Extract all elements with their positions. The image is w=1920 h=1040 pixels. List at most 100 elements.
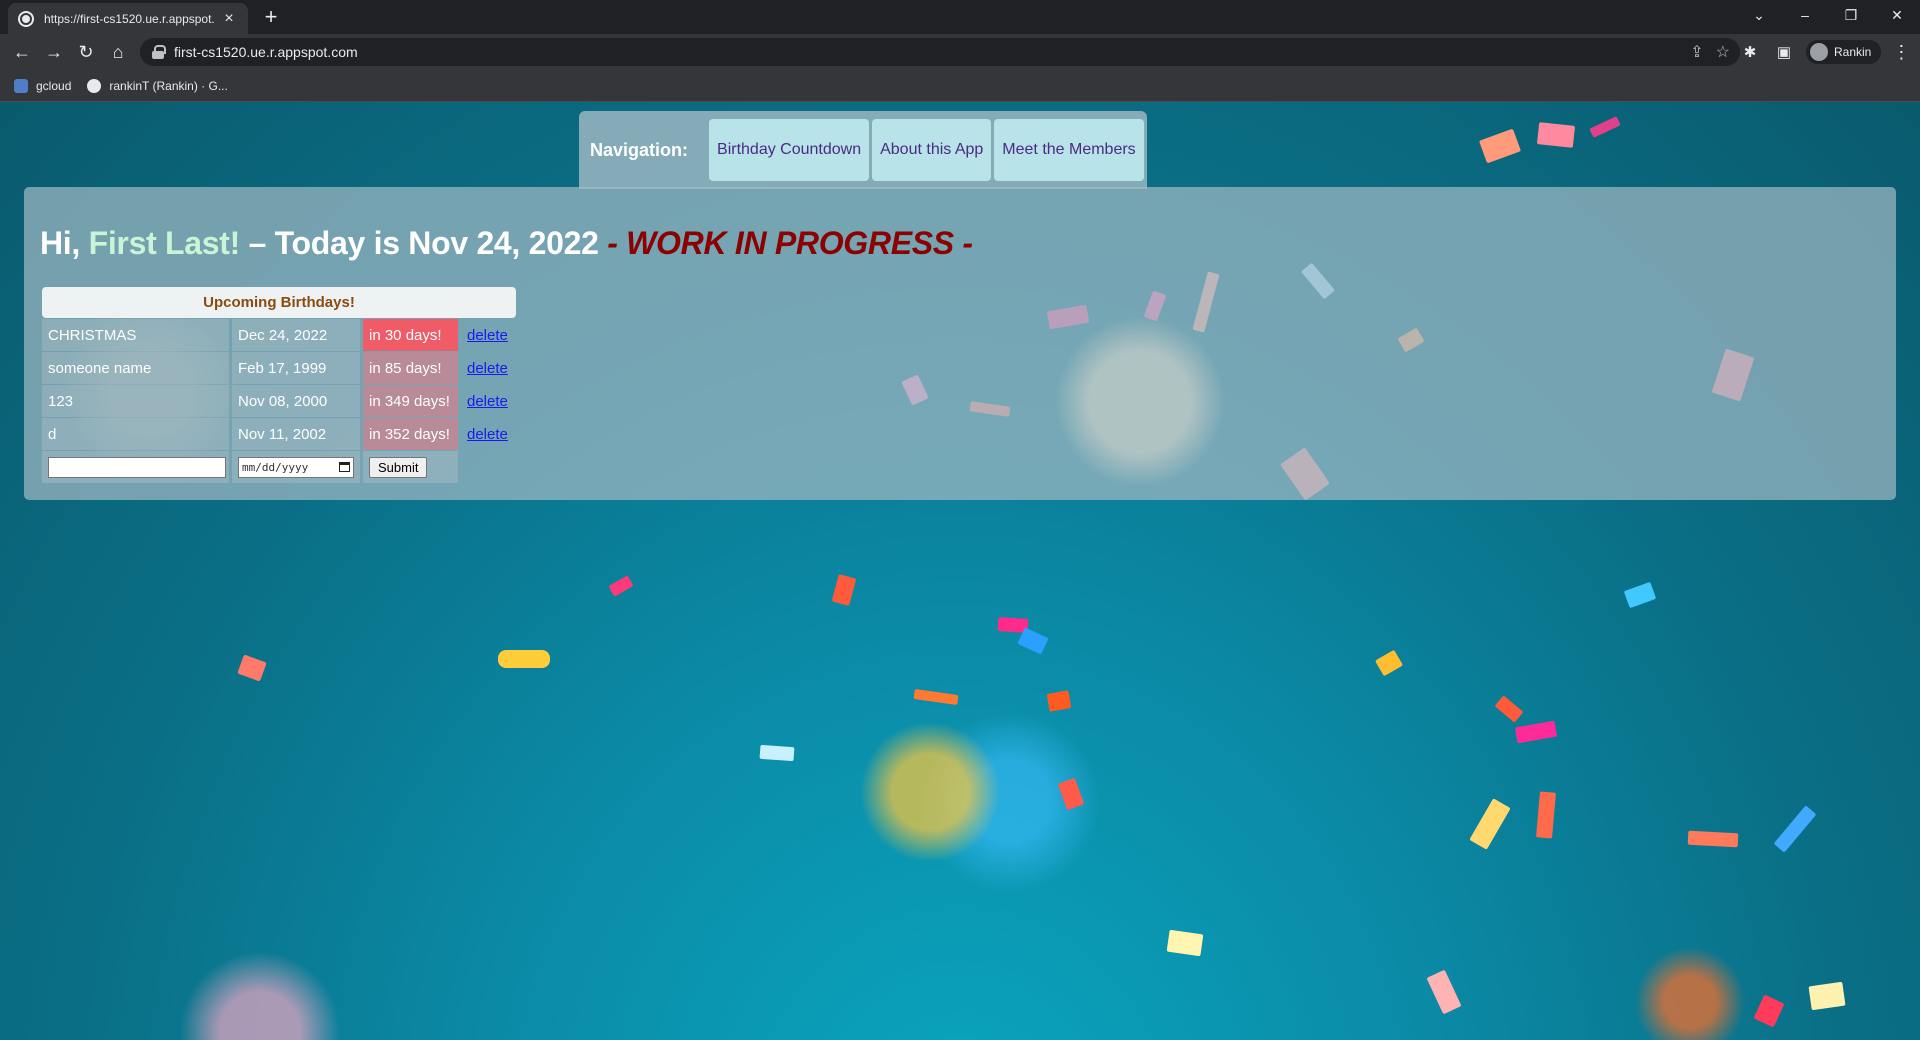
bookmark-star-icon[interactable]: ☆ [1716, 42, 1730, 62]
confetti-decoration [1374, 649, 1404, 677]
confetti-decoration [1536, 791, 1556, 839]
user-name: First Last! [88, 225, 241, 261]
birthday-name: CHRISTMAS [42, 319, 229, 351]
delete-cell: delete [461, 352, 516, 384]
url-text: first-cs1520.ue.r.appspot.com [174, 44, 358, 60]
confetti-decoration [1478, 128, 1522, 164]
name-input-cell [42, 451, 229, 483]
birthday-date: Nov 11, 2002 [232, 418, 360, 450]
submit-cell: Submit [363, 451, 458, 483]
side-panel-icon[interactable]: ▣ [1772, 40, 1796, 64]
close-tab-icon[interactable]: × [220, 10, 238, 28]
delete-cell: delete [461, 385, 516, 417]
delete-link[interactable]: delete [467, 327, 508, 344]
globe-icon [18, 10, 34, 27]
birthday-name: 123 [42, 385, 229, 417]
bookmark-github[interactable]: rankinT (Rankin) · G... [87, 78, 228, 93]
confetti-decoration [1017, 627, 1049, 655]
delete-link[interactable]: delete [467, 360, 508, 377]
nav-meet-the-members[interactable]: Meet the Members [994, 119, 1144, 181]
tab-search-icon[interactable]: ⌄ [1736, 0, 1782, 30]
countdown-badge: in 349 days! [363, 385, 458, 417]
page-title: Hi, First Last! – Today is Nov 24, 2022 … [40, 225, 973, 262]
bookmarks-bar: gcloud rankinT (Rankin) · G... [0, 70, 1920, 102]
confetti-decoration [1469, 798, 1511, 850]
birthday-table-title: Upcoming Birthdays! [42, 287, 516, 318]
share-icon[interactable]: ⇪ [1690, 42, 1703, 62]
main-panel: Hi, First Last! – Today is Nov 24, 2022 … [24, 187, 1896, 500]
close-window-button[interactable]: ✕ [1874, 0, 1920, 30]
bookmark-label: rankinT (Rankin) · G... [109, 78, 228, 93]
new-tab-button[interactable]: + [258, 4, 284, 30]
confetti-decoration [831, 574, 857, 606]
browser-tab[interactable]: https://first-cs1520.ue.r.appspot. × [8, 3, 248, 34]
confetti-decoration [1623, 581, 1657, 609]
confetti-decoration [1046, 690, 1072, 712]
confetti-decoration [237, 654, 267, 682]
confetti-decoration [1514, 720, 1558, 744]
delete-link[interactable]: delete [467, 426, 508, 443]
address-bar[interactable]: first-cs1520.ue.r.appspot.com ⇪ ☆ [140, 38, 1740, 66]
table-row: d Nov 11, 2002 in 352 days! delete [42, 418, 516, 450]
page-viewport: Navigation: Birthday Countdown About thi… [0, 102, 1920, 1040]
today-text: – Today is Nov 24, 2022 [248, 225, 599, 261]
tab-strip: https://first-cs1520.ue.r.appspot. × + ⌄… [0, 0, 1920, 34]
wip-banner: - WORK IN PROGRESS - [607, 225, 973, 261]
confetti-decoration [1166, 929, 1204, 957]
forward-icon[interactable]: → [40, 40, 68, 64]
submit-button[interactable]: Submit [369, 456, 428, 478]
birthday-name: someone name [42, 352, 229, 384]
confetti-decoration [1536, 122, 1576, 148]
table-row: someone name Feb 17, 1999 in 85 days! de… [42, 352, 516, 384]
back-icon[interactable]: ← [8, 40, 36, 64]
birthday-name: d [42, 418, 229, 450]
browser-toolbar: ← → ↻ ⌂ first-cs1520.ue.r.appspot.com ⇪ … [0, 34, 1920, 70]
name-input[interactable] [48, 456, 226, 478]
gcloud-icon [14, 78, 28, 93]
date-placeholder: mm/dd/yyyy [242, 460, 309, 474]
avatar [1810, 43, 1828, 61]
bookmark-gcloud[interactable]: gcloud [14, 78, 71, 93]
calendar-icon[interactable] [339, 462, 350, 472]
github-icon [87, 78, 102, 93]
confetti-decoration [608, 575, 634, 597]
date-input-cell: mm/dd/yyyy [232, 451, 360, 483]
nav-label: Navigation: [590, 139, 689, 160]
confetti-decoration [1057, 777, 1085, 811]
birthday-table: Upcoming Birthdays! CHRISTMAS Dec 24, 20… [42, 287, 516, 483]
lock-icon[interactable] [152, 45, 166, 59]
table-row: 123 Nov 08, 2000 in 349 days! delete [42, 385, 516, 417]
extensions-icon[interactable]: ✱ [1738, 40, 1762, 64]
minimize-button[interactable]: – [1782, 0, 1828, 30]
confetti-decoration [1687, 830, 1739, 848]
delete-cell: delete [461, 418, 516, 450]
nav-about-this-app[interactable]: About this App [872, 119, 992, 181]
confetti-decoration [1808, 981, 1846, 1011]
nav-birthday-countdown[interactable]: Birthday Countdown [709, 119, 870, 181]
countdown-badge: in 85 days! [363, 352, 458, 384]
confetti-decoration [1773, 805, 1817, 853]
delete-cell: delete [461, 319, 516, 351]
home-icon[interactable]: ⌂ [104, 40, 132, 64]
table-row: CHRISTMAS Dec 24, 2022 in 30 days! delet… [42, 319, 516, 351]
reload-icon[interactable]: ↻ [72, 40, 100, 64]
confetti-decoration [1753, 994, 1785, 1028]
birthday-date: Feb 17, 1999 [232, 352, 360, 384]
countdown-badge: in 352 days! [363, 418, 458, 450]
tab-title: https://first-cs1520.ue.r.appspot. [44, 11, 215, 26]
birthday-date: Dec 24, 2022 [232, 319, 360, 351]
confetti-decoration [759, 744, 795, 762]
confetti-decoration [913, 688, 959, 706]
site-navigation: Navigation: Birthday Countdown About thi… [579, 111, 1147, 189]
confetti-decoration [1426, 969, 1462, 1015]
menu-icon[interactable]: ⋮ [1891, 42, 1911, 63]
confetti-decoration [1494, 695, 1524, 723]
window-controls: ⌄ – ❐ ✕ [1736, 0, 1920, 30]
greeting: Hi, [40, 225, 80, 261]
profile-name: Rankin [1834, 45, 1872, 59]
restore-button[interactable]: ❐ [1828, 0, 1874, 30]
delete-link[interactable]: delete [467, 393, 508, 410]
add-birthday-form: mm/dd/yyyy Submit [42, 451, 516, 483]
profile-button[interactable]: Rankin [1806, 40, 1882, 64]
date-input[interactable]: mm/dd/yyyy [238, 456, 354, 478]
